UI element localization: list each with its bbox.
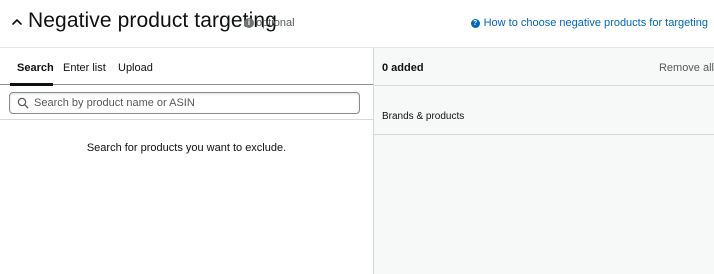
- added-products-panel: 0 added Remove all Brands & products: [373, 47, 714, 274]
- section-header: Negative product targeting i optional ? …: [0, 0, 714, 46]
- remove-all-button[interactable]: Remove all: [659, 62, 714, 74]
- active-tab-indicator: [10, 83, 53, 86]
- product-search-panel: Search Enter list Upload Search for prod…: [0, 47, 373, 274]
- empty-state-message: Search for products you want to exclude.: [86, 142, 287, 154]
- page-title: Negative product targeting: [28, 9, 277, 32]
- search-input[interactable]: [34, 93, 354, 113]
- tab-enter-list[interactable]: Enter list: [63, 62, 106, 74]
- search-box[interactable]: [9, 92, 360, 114]
- added-count: 0 added: [382, 62, 424, 74]
- search-icon: [17, 97, 29, 109]
- tab-upload[interactable]: Upload: [118, 62, 153, 74]
- chevron-up-icon[interactable]: [10, 15, 24, 29]
- tab-search[interactable]: Search: [17, 62, 54, 74]
- optional-label: optional: [256, 17, 295, 29]
- help-link[interactable]: ? How to choose negative products for ta…: [470, 17, 708, 29]
- divider: [0, 119, 373, 120]
- added-header: 0 added Remove all: [374, 48, 714, 86]
- help-link-text: How to choose negative products for targ…: [483, 17, 708, 29]
- info-icon[interactable]: i: [244, 18, 254, 28]
- column-header: Brands & products: [374, 86, 714, 135]
- question-circle-icon: ?: [470, 18, 480, 28]
- column-label-brands-products: Brands & products: [382, 111, 465, 122]
- tab-bar: Search Enter list Upload: [0, 47, 373, 86]
